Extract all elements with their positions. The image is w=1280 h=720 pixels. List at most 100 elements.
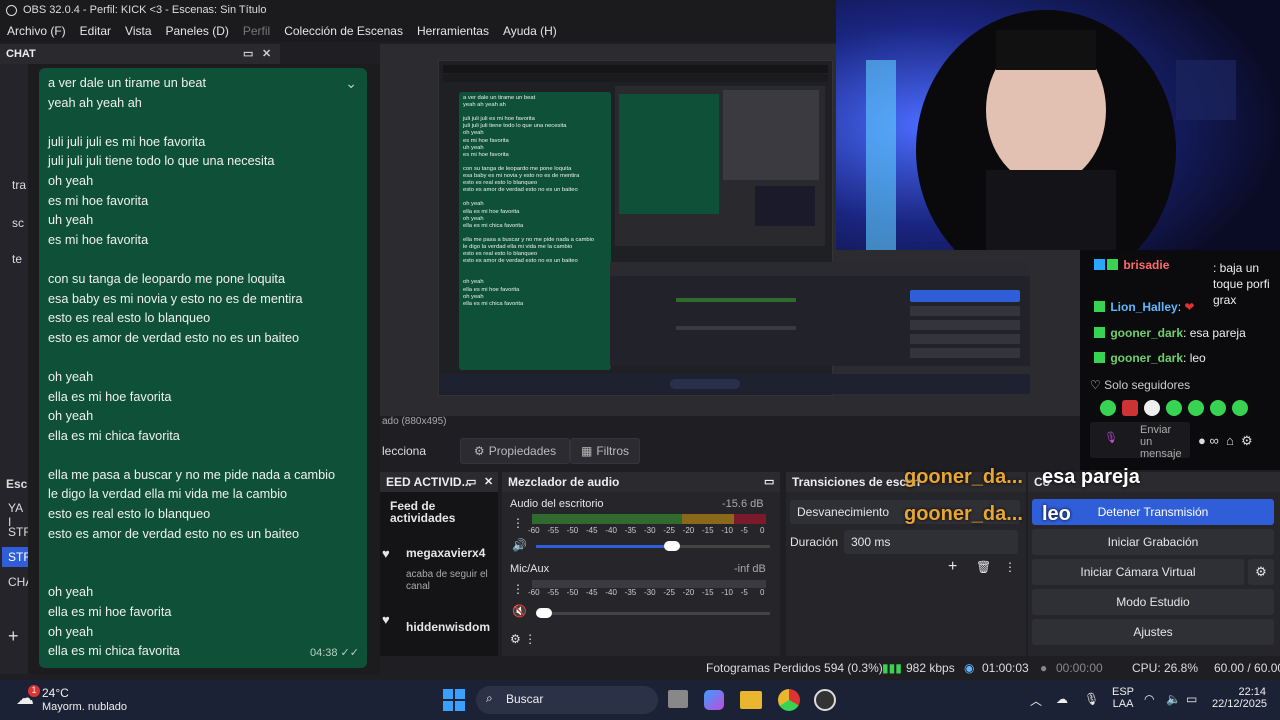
file-explorer-icon[interactable] xyxy=(740,691,762,709)
menu-archivo[interactable]: Archivo (F) xyxy=(0,24,73,38)
chat-input[interactable]: 🎙 Enviar un mensaje xyxy=(1090,422,1190,460)
menu-paneles[interactable]: Paneles (D) xyxy=(159,24,236,38)
add-icon[interactable]: + xyxy=(948,558,957,576)
menu-vista[interactable]: Vista xyxy=(118,24,158,38)
window-title: OBS 32.0.4 - Perfil: KICK <3 - Escenas: … xyxy=(23,4,267,16)
overlay-chat-name-1: gooner_da... xyxy=(904,466,1023,488)
tick-label: -45 xyxy=(586,588,598,597)
preview-scale-label[interactable]: ado (880x495) xyxy=(382,416,447,427)
duration-input[interactable]: 300 ms xyxy=(844,530,1018,554)
tick-label: -35 xyxy=(624,526,637,535)
menu-editar[interactable]: Editar xyxy=(73,24,118,38)
duration-label: Duración xyxy=(790,535,839,549)
chat-action-icons[interactable]: ● ∞ ⌂ ⚙ xyxy=(1198,433,1253,449)
wifi-icon[interactable]: ◠ xyxy=(1144,692,1154,706)
tick-label: -60 xyxy=(528,588,540,597)
tick-label: -20 xyxy=(682,526,695,535)
message-line: juli juli juli tiene todo lo que una nec… xyxy=(48,154,275,169)
message-time: 04:38 ✓✓ xyxy=(309,647,359,660)
cpu-usage: CPU: 26.8% xyxy=(1132,661,1199,675)
language-indicator[interactable]: ESP LAA xyxy=(1112,686,1134,710)
copilot-icon[interactable] xyxy=(704,690,724,710)
filters-button[interactable]: ▦ Filtros xyxy=(570,438,640,464)
windows-start-icon[interactable] xyxy=(443,689,465,711)
activity-title: Feed de actividades xyxy=(390,499,456,525)
preview-line: esto es real esto lo blanqueo xyxy=(463,180,538,187)
message-line: con su tanga de leopardo me pone loquita xyxy=(48,271,286,286)
battery-icon[interactable]: ▭ xyxy=(1186,692,1197,706)
onedrive-icon[interactable]: ☁ xyxy=(1056,692,1068,706)
speaker-icon[interactable]: 🔊 xyxy=(512,538,527,552)
volume-slider-mic[interactable] xyxy=(536,608,770,618)
mixer-gear-icon[interactable]: ⚙ ⋮ xyxy=(510,632,536,646)
menu-perfil[interactable]: Perfil xyxy=(236,24,277,38)
studio-mode-button[interactable]: Modo Estudio xyxy=(1032,589,1274,615)
dock-close-icon[interactable]: ✕ xyxy=(484,475,493,488)
dock-close-icon[interactable]: ✕ xyxy=(262,47,271,60)
preview-line xyxy=(463,272,607,279)
preview-line: oh yeah xyxy=(463,293,484,300)
obs-taskbar-icon[interactable] xyxy=(814,689,836,711)
message-line: juli juli juli es mi hoe favorita xyxy=(48,134,206,149)
virtual-camera-button[interactable]: Iniciar Cámara Virtual xyxy=(1032,559,1244,585)
heart-icon: ♥ xyxy=(382,546,390,561)
dock-float-icon[interactable]: ▭ xyxy=(764,475,774,488)
badge-icon xyxy=(1094,259,1105,270)
preview-line xyxy=(463,230,607,237)
chat-message-1: brisadie xyxy=(1094,258,1169,272)
message-line xyxy=(48,348,358,368)
trash-icon[interactable]: 🗑 xyxy=(976,560,991,574)
preview-line: oh yeah xyxy=(463,201,484,208)
emote-row[interactable] xyxy=(1100,400,1250,416)
select-source-label[interactable]: lecciona xyxy=(382,444,426,458)
left-column-partial: tra sc te Esc YA I STR STR CHA + xyxy=(0,64,33,674)
activity-dock-header: EED ACTIVID... ▭ ✕ xyxy=(380,472,498,492)
chat-dock-header: CHAT ▭ ✕ xyxy=(0,44,280,64)
preview-line: oh yeah xyxy=(463,130,484,137)
tick-label: -40 xyxy=(605,526,617,535)
activity-user-2[interactable]: hiddenwisdom xyxy=(406,620,490,634)
settings-button[interactable]: Ajustes xyxy=(1032,619,1274,645)
audio-mixer-dock: Mezclador de audio ▭ Audio del escritori… xyxy=(502,472,780,656)
clock[interactable]: 22:14 22/12/2025 xyxy=(1212,686,1267,710)
activity-user-1[interactable]: megaxavierx4 xyxy=(406,546,485,560)
message-line xyxy=(48,250,358,270)
menu-ayuda[interactable]: Ayuda (H) xyxy=(496,24,564,38)
mic-icon[interactable]: 🎙 xyxy=(1084,692,1099,706)
start-recording-button[interactable]: Iniciar Grabación xyxy=(1032,529,1274,555)
taskbar-search[interactable]: ⌕ Buscar xyxy=(476,686,658,714)
menu-coleccion[interactable]: Colección de Escenas xyxy=(277,24,410,38)
task-view-icon[interactable] xyxy=(668,690,688,708)
badge-icon xyxy=(1094,301,1105,312)
message-line: oh yeah xyxy=(48,624,94,639)
meter-mic xyxy=(532,580,766,588)
dock-float-icon[interactable]: ▭ xyxy=(243,47,253,60)
muted-mic-icon[interactable]: 🔇 xyxy=(512,604,527,618)
chevron-down-icon[interactable]: ⌄ xyxy=(345,74,357,94)
dock-float-icon[interactable]: ▭ xyxy=(466,475,476,488)
message-line: esto es amor de verdad esto no es un bai… xyxy=(48,526,300,541)
chrome-icon[interactable] xyxy=(778,689,800,711)
kebab-icon[interactable]: ⋮ xyxy=(512,582,524,596)
record-icon: ● xyxy=(1040,661,1048,675)
kebab-icon[interactable]: ⋮ xyxy=(1004,560,1016,574)
chevron-up-icon[interactable]: ︿ xyxy=(1030,692,1042,709)
message-line: uh yeah xyxy=(48,213,94,228)
bitrate: 982 kbps xyxy=(906,661,955,675)
followers-only-notice: ♡ Solo seguidores xyxy=(1090,378,1191,392)
properties-button[interactable]: ⚙ Propiedades xyxy=(460,438,570,464)
tick-label: -35 xyxy=(624,588,637,597)
menu-herramientas[interactable]: Herramientas xyxy=(410,24,496,38)
channel-db-mic: -inf dB xyxy=(734,563,766,575)
emote-icon xyxy=(1122,400,1138,416)
gear-icon[interactable]: ⚙ xyxy=(1248,559,1274,585)
kebab-icon[interactable]: ⋮ xyxy=(512,516,524,530)
volume-slider-desktop[interactable] xyxy=(536,541,770,551)
kick-chat: brisadie : baja un toque porfi grax Lion… xyxy=(1080,250,1280,470)
volume-icon[interactable]: 🔈 xyxy=(1166,692,1181,706)
preview-line: esto es amor de verdad esto no es un bai… xyxy=(463,258,578,265)
add-scene-icon[interactable]: + xyxy=(8,626,19,647)
tick-label: -10 xyxy=(721,588,733,597)
message-line: ella me pasa a buscar y no me pide nada … xyxy=(48,467,336,482)
message-line: esto es real esto lo blanqueo xyxy=(48,507,211,522)
